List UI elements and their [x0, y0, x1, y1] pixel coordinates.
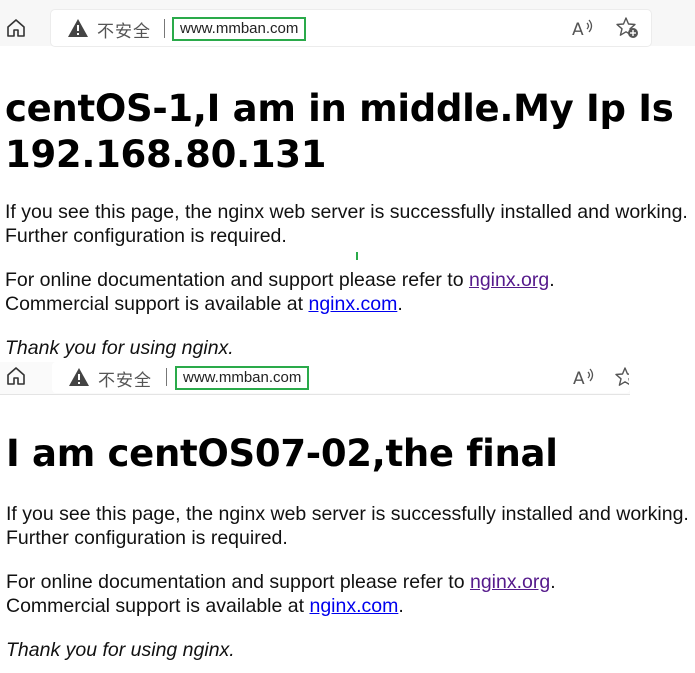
browser-screenshot-2: 不安全 www.mmban.com A I am centOS07-02,the…: [0, 362, 695, 673]
intro-paragraph: If you see this page, the nginx web serv…: [5, 201, 688, 247]
thanks-text: Thank you for using nginx.: [5, 337, 234, 359]
nginx-org-link[interactable]: nginx.org: [470, 571, 550, 593]
period: .: [549, 269, 555, 291]
page-content: centOS-1,I am in middle.My Ip Is 192.168…: [5, 86, 695, 360]
address-divider: [164, 19, 165, 38]
address-bar[interactable]: 不安全 www.mmban.com A: [52, 362, 630, 393]
read-aloud-icon[interactable]: A: [571, 17, 595, 40]
warning-triangle-icon[interactable]: [68, 367, 90, 387]
support-text: For online documentation and support ple…: [5, 269, 469, 291]
period: .: [550, 571, 556, 593]
home-icon[interactable]: [4, 364, 28, 388]
address-bar[interactable]: 不安全 www.mmban.com A: [51, 10, 651, 46]
support-text: For online documentation and support ple…: [6, 571, 470, 593]
browser-toolbar: 不安全 www.mmban.com A: [0, 362, 630, 395]
intro-paragraph: If you see this page, the nginx web serv…: [6, 503, 689, 549]
nginx-com-link[interactable]: nginx.com: [308, 293, 397, 315]
svg-text:A: A: [572, 20, 584, 39]
browser-toolbar: 不安全 www.mmban.com A: [0, 0, 695, 46]
security-label[interactable]: 不安全: [97, 17, 151, 42]
add-favorite-star-icon[interactable]: [615, 366, 629, 390]
address-divider: [166, 368, 167, 386]
commercial-text: Commercial support is available at: [5, 293, 309, 315]
period: .: [398, 595, 404, 617]
page-heading: I am centOS07-02,the final: [6, 432, 558, 475]
browser-screenshot-1: 不安全 www.mmban.com A centOS-1,I am in mid…: [0, 0, 695, 362]
read-aloud-icon[interactable]: A: [572, 366, 596, 389]
url-text[interactable]: www.mmban.com: [172, 17, 307, 41]
text-cursor: [356, 252, 358, 260]
thanks-text: Thank you for using nginx.: [6, 639, 235, 661]
page-content: I am centOS07-02,the final If you see th…: [6, 431, 695, 662]
warning-triangle-icon[interactable]: [67, 18, 89, 38]
support-paragraph: For online documentation and support ple…: [6, 570, 695, 618]
url-text[interactable]: www.mmban.com: [175, 366, 310, 390]
period: .: [397, 293, 403, 315]
support-paragraph: For online documentation and support ple…: [5, 268, 695, 316]
add-favorite-star-icon[interactable]: [616, 16, 640, 40]
commercial-text: Commercial support is available at: [6, 595, 310, 617]
nginx-com-link[interactable]: nginx.com: [309, 595, 398, 617]
security-label[interactable]: 不安全: [98, 366, 152, 391]
svg-text:A: A: [573, 369, 585, 388]
home-icon[interactable]: [4, 16, 28, 40]
page-heading: centOS-1,I am in middle.My Ip Is 192.168…: [5, 87, 674, 176]
nginx-org-link[interactable]: nginx.org: [469, 269, 549, 291]
